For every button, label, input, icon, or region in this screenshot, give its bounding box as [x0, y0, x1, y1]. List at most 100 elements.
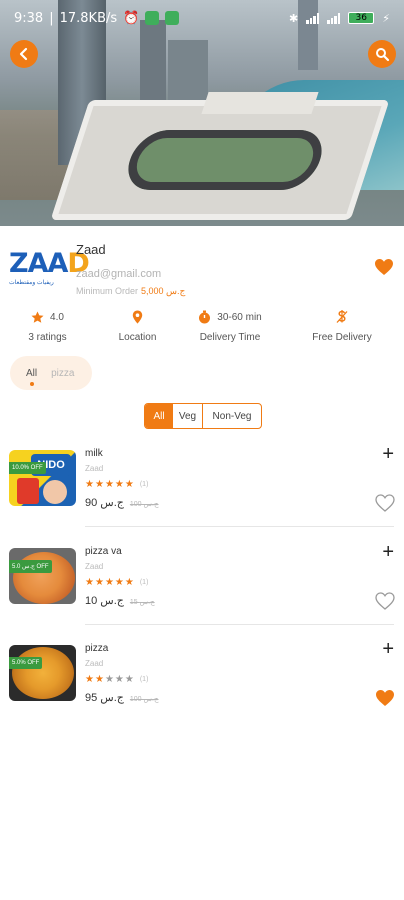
- star-icon: ★: [104, 674, 114, 685]
- star-icon: ★: [94, 674, 104, 685]
- price-current: 95 ج.س: [85, 692, 124, 704]
- add-to-cart-button[interactable]: +: [382, 542, 394, 562]
- filter-nonveg-button[interactable]: Non-Veg: [203, 404, 261, 428]
- cover-racetrack-infield: [120, 130, 330, 190]
- star-icon: [31, 311, 44, 323]
- list-item[interactable]: 5.0 ج.س OFF pizza va Zaad ★ ★ ★ ★ ★ (1) 10 ج…: [0, 542, 404, 642]
- list-item[interactable]: NIDO 10.0% OFF milk Zaad ★ ★ ★ ★ ★ (1) 90 ج.…: [0, 444, 404, 544]
- product-name: pizza: [85, 643, 109, 654]
- filter-veg-button[interactable]: Veg: [173, 404, 203, 428]
- star-icon: ★: [114, 577, 124, 588]
- star-icon: ★: [85, 577, 94, 588]
- delivery-time-stat: 30-60 min Delivery Time: [180, 308, 280, 343]
- divider: [85, 526, 394, 527]
- heart-icon: [375, 259, 393, 275]
- star-icon: ★: [114, 479, 124, 490]
- add-to-cart-button[interactable]: +: [382, 444, 394, 464]
- product-rating: ★ ★ ★ ★ ★ (1): [85, 479, 148, 490]
- star-icon: ★: [94, 577, 104, 588]
- restaurant-stats: 4.0 3 ratings Location 30-60 min Deliver…: [0, 308, 404, 343]
- star-icon: ★: [114, 674, 124, 685]
- favorite-button[interactable]: [375, 494, 395, 517]
- back-button[interactable]: [10, 40, 38, 68]
- filter-all-button[interactable]: All: [145, 404, 173, 428]
- price-original: 15 ج.س: [129, 599, 155, 606]
- rating-count: (1): [139, 481, 149, 488]
- heart-outline-icon: [375, 494, 395, 512]
- star-icon: ★: [124, 674, 134, 685]
- bluetooth-icon: ✱: [289, 11, 299, 25]
- divider: [85, 624, 394, 625]
- product-restaurant: Zaad: [85, 464, 104, 473]
- favorite-button[interactable]: [375, 689, 395, 712]
- rating-count: (1): [139, 676, 149, 683]
- battery-icon: 36: [348, 12, 375, 24]
- star-icon: ★: [94, 479, 104, 490]
- list-item[interactable]: 5.0% OFF pizza Zaad ★ ★ ★ ★ ★ (1) 95 ج.س 100…: [0, 639, 404, 739]
- timer-icon: [199, 310, 211, 324]
- product-image: NIDO 10.0% OFF: [9, 450, 76, 506]
- search-button[interactable]: [368, 40, 396, 68]
- restaurant-email: zaad@gmail.com: [76, 268, 162, 280]
- search-icon: [375, 47, 389, 61]
- alarm-icon: ⏰: [123, 10, 140, 26]
- location-label: Location: [118, 332, 157, 343]
- signal-icon: [306, 12, 320, 24]
- product-image: 5.0 ج.س OFF: [9, 548, 76, 604]
- product-rating: ★ ★ ★ ★ ★ (1): [85, 674, 148, 685]
- rating-stat: 4.0 3 ratings: [0, 308, 95, 343]
- discount-badge: 5.0 ج.س OFF: [9, 560, 52, 573]
- star-icon: ★: [85, 479, 94, 490]
- free-delivery-stat: Free Delivery: [280, 308, 404, 343]
- status-network-speed: 17.8KB/s: [59, 10, 118, 26]
- star-icon: ★: [104, 479, 114, 490]
- price-original: 100 ج.س: [129, 696, 159, 703]
- product-restaurant: Zaad: [85, 659, 104, 668]
- cover-tower: [168, 40, 208, 100]
- product-rating: ★ ★ ★ ★ ★ (1): [85, 577, 148, 588]
- star-icon: ★: [124, 479, 134, 490]
- battery-level: 36: [355, 13, 367, 23]
- restaurant-logo: ZAAD ريفيات ومقتطعات: [9, 248, 90, 287]
- discount-badge: 5.0% OFF: [9, 657, 43, 669]
- free-delivery-label: Free Delivery: [312, 332, 372, 343]
- free-delivery-icon: [336, 310, 348, 323]
- star-icon: ★: [104, 577, 114, 588]
- minimum-order: Minimum Order 5,000 ج.س: [76, 286, 186, 296]
- favorite-restaurant-button[interactable]: [374, 258, 394, 281]
- product-restaurant: Zaad: [85, 562, 104, 571]
- product-image: 5.0% OFF: [9, 645, 76, 701]
- cover-grandstand: [201, 92, 319, 114]
- category-tab-all[interactable]: All: [26, 368, 37, 386]
- location-pin-icon: [132, 310, 143, 324]
- product-name: milk: [85, 448, 103, 459]
- charging-icon: ⚡: [382, 11, 390, 25]
- category-tabs: All pizza: [10, 356, 92, 390]
- favorite-button[interactable]: [375, 592, 395, 615]
- location-stat[interactable]: Location: [95, 308, 180, 343]
- product-name: pizza va: [85, 546, 122, 557]
- price-current: 90 ج.س: [85, 497, 124, 509]
- restaurant-name: Zaad: [76, 242, 106, 257]
- minimum-order-value: 5,000 ج.س: [141, 286, 186, 296]
- add-to-cart-button[interactable]: +: [382, 639, 394, 659]
- star-icon: ★: [85, 674, 94, 685]
- category-tab-pizza[interactable]: pizza: [51, 368, 74, 379]
- notification-app-icon: [165, 11, 180, 25]
- status-bar: 9:38 | 17.8KB/s ⏰ ✱ 36 ⚡: [14, 10, 390, 26]
- price-original: 100 ج.س: [129, 501, 159, 508]
- discount-badge: 10.0% OFF: [9, 462, 46, 474]
- product-price: 95 ج.س 100 ج.س: [85, 691, 159, 704]
- heart-outline-icon: [375, 592, 395, 610]
- veg-filter: All Veg Non-Veg: [144, 403, 262, 429]
- rating-count: (1): [139, 579, 149, 586]
- heart-icon: [376, 690, 394, 706]
- rating-value: 4.0: [50, 311, 64, 323]
- notification-app-icon: [145, 11, 160, 25]
- star-icon: ★: [124, 577, 134, 588]
- status-time: 9:38: [14, 10, 44, 26]
- delivery-time-label: Delivery Time: [199, 332, 261, 343]
- chevron-left-icon: [19, 47, 28, 61]
- product-price: 90 ج.س 100 ج.س: [85, 496, 159, 509]
- signal-icon: [327, 12, 341, 24]
